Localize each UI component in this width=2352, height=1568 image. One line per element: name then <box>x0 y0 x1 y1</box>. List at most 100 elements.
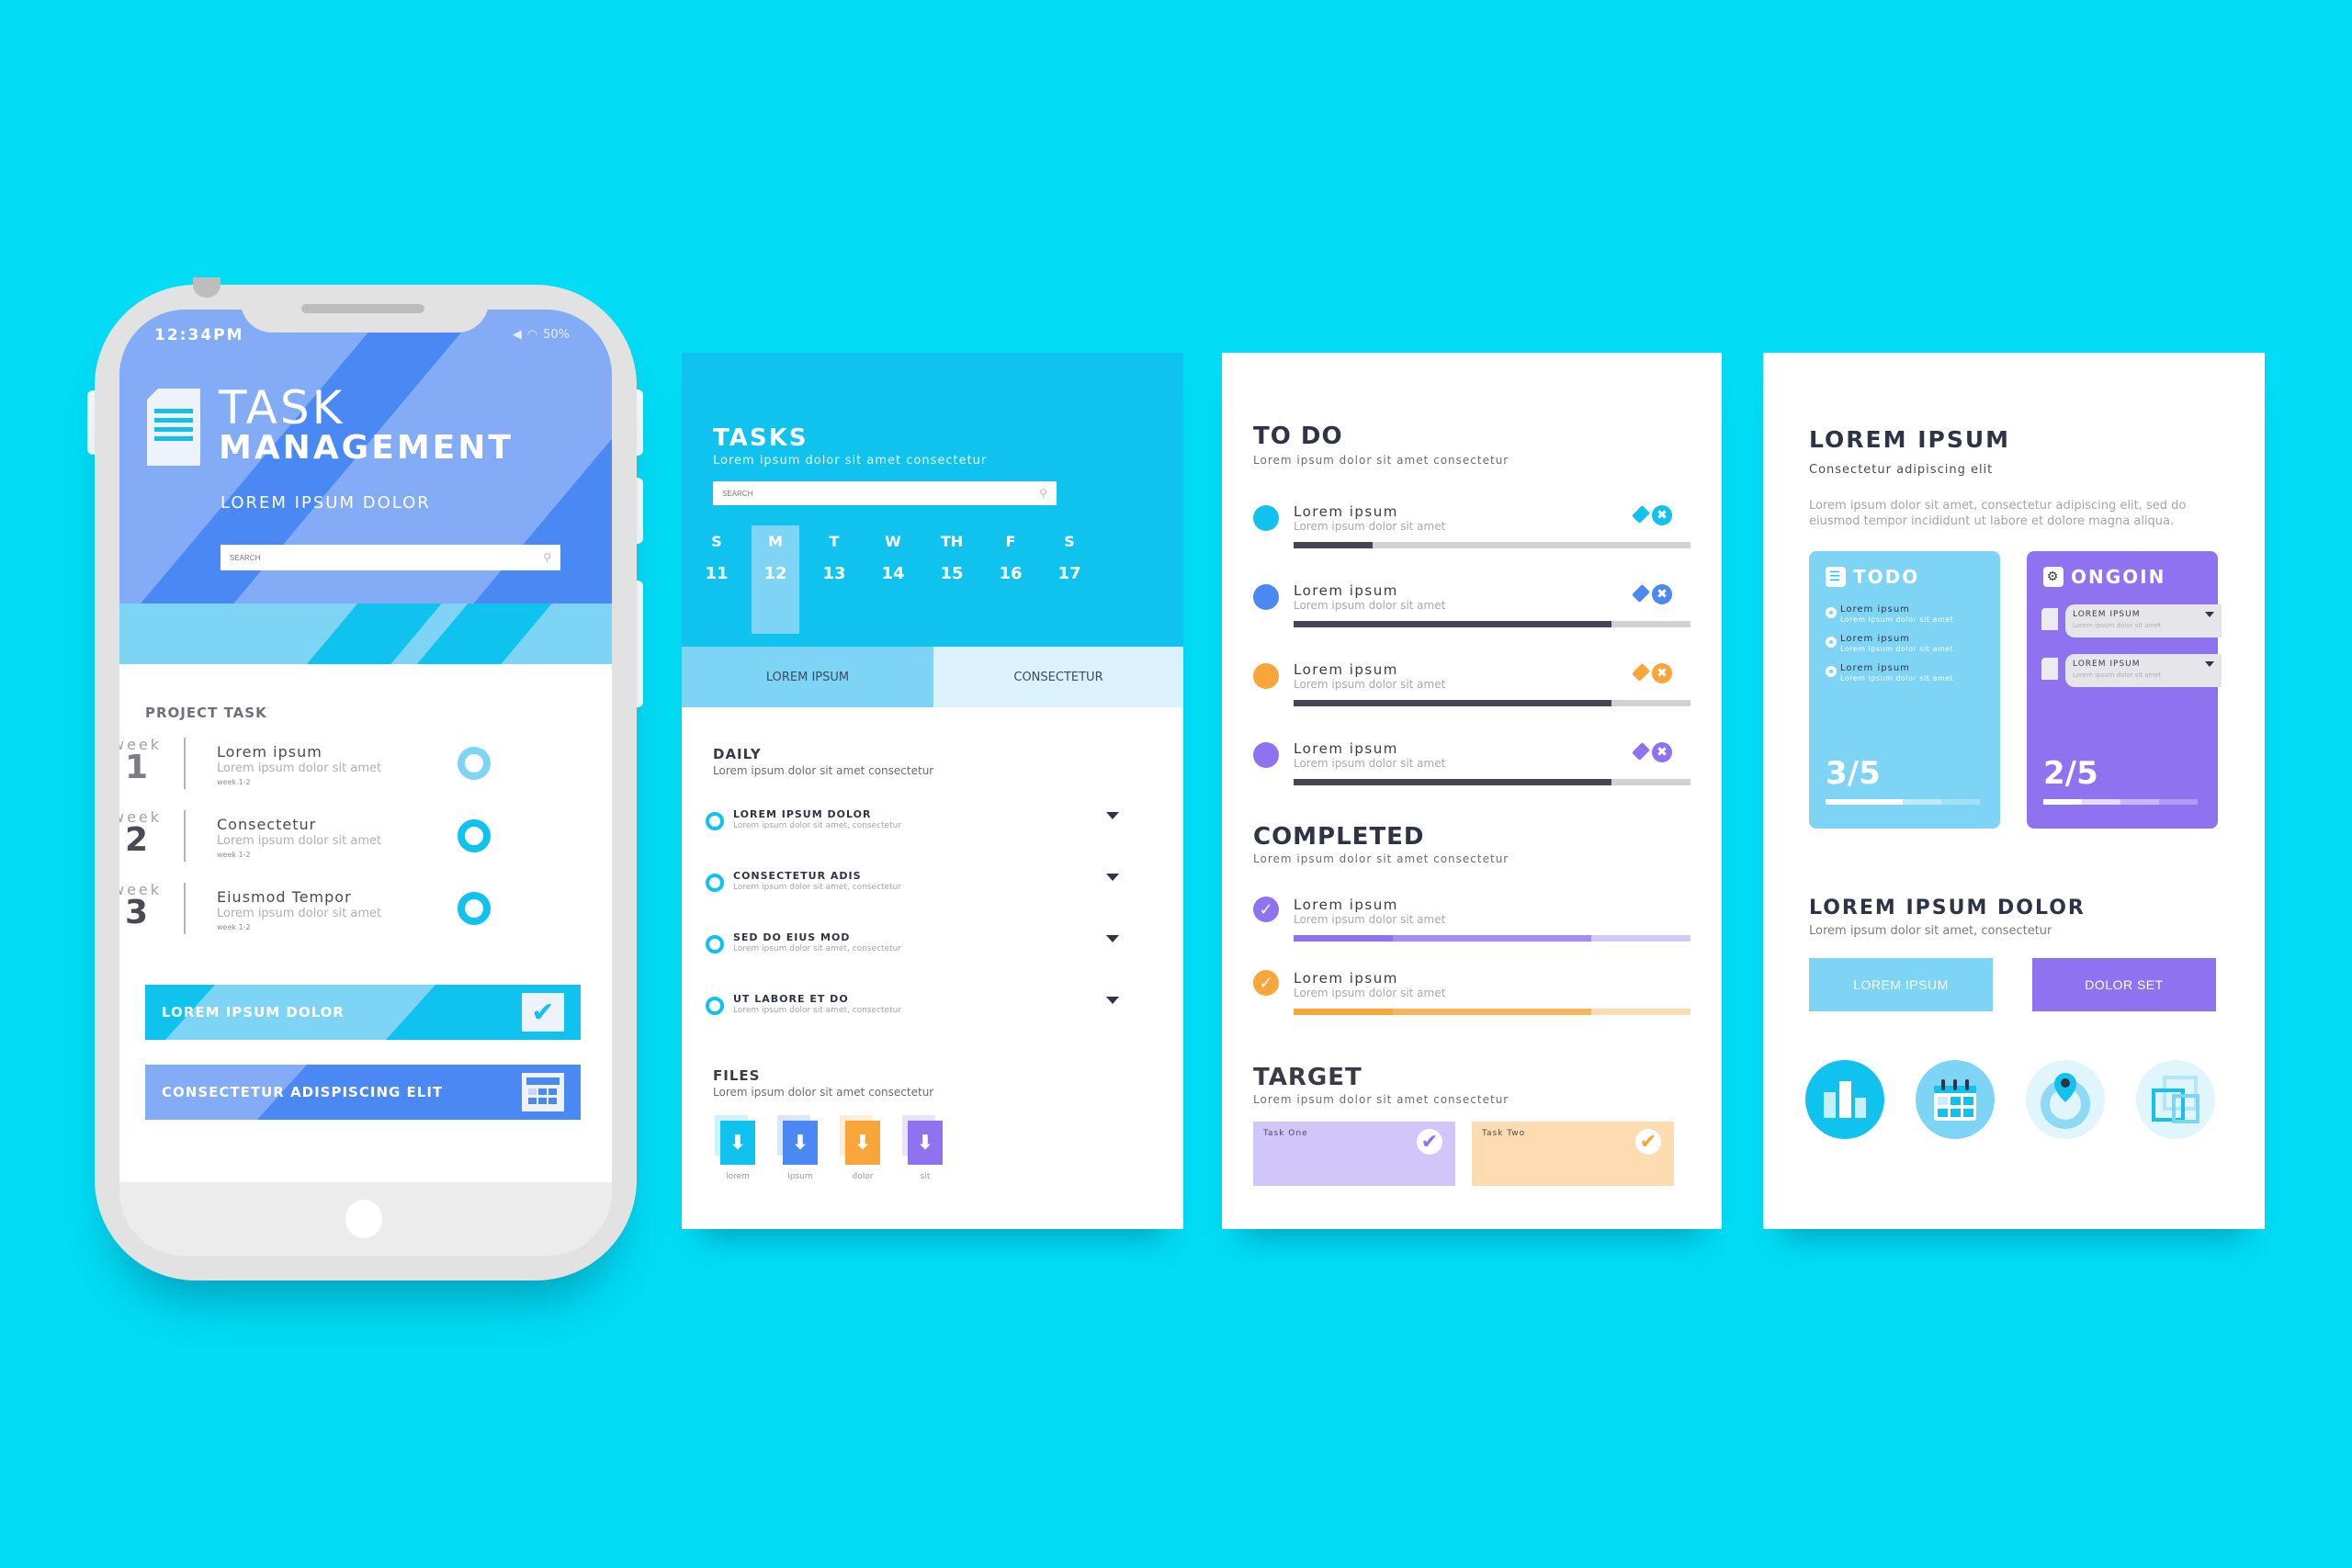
calendar-date[interactable]: 15 <box>924 564 979 583</box>
delete-icon[interactable]: ✖ <box>1652 505 1672 525</box>
chevron-down-icon[interactable] <box>1106 935 1119 942</box>
week-row[interactable]: week 1 Lorem ipsum Lorem ipsum dolor sit… <box>119 736 612 804</box>
file-item[interactable]: ⬇ ipsum <box>777 1115 823 1189</box>
calendar-date[interactable]: 16 <box>983 564 1038 583</box>
status-ring-icon[interactable] <box>706 874 724 892</box>
todo-card-item[interactable]: Lorem ipsum Lorem ipsum dolor sit amet <box>1826 663 1991 691</box>
edit-pencil-icon[interactable] <box>1632 663 1650 682</box>
todo-card-item-desc: Lorem ipsum dolor sit amet <box>1840 645 1954 653</box>
todo-item-title: Lorem ipsum <box>1294 661 1398 678</box>
home-button[interactable] <box>345 1200 382 1238</box>
download-icon[interactable]: ⬇ <box>845 1121 880 1165</box>
ongoing-card-item[interactable]: LOREM IPSUM Lorem ipsum dolor sit amet <box>2041 604 2222 639</box>
calendar-day-label[interactable]: S <box>1042 533 1097 550</box>
search-icon[interactable]: ⚲ <box>543 551 551 564</box>
target-card[interactable]: Task One ✔ <box>1253 1122 1455 1186</box>
file-item[interactable]: ⬇ lorem <box>715 1115 761 1189</box>
radio-icon[interactable] <box>1826 666 1837 677</box>
tasks-search-box[interactable]: ⚲ <box>713 481 1057 505</box>
status-ring-icon[interactable] <box>458 819 491 852</box>
status-ring-icon[interactable] <box>706 812 724 830</box>
ongoing-card-item[interactable]: LOREM IPSUM Lorem ipsum dolor sit amet <box>2041 654 2222 689</box>
chevron-down-icon[interactable] <box>1106 874 1119 881</box>
todo-item[interactable]: Lorem ipsum Lorem ipsum dolor sit amet ✖ <box>1253 502 1690 566</box>
todo-card[interactable]: ☰ TODO Lorem ipsum Lorem ipsum dolor sit … <box>1809 551 2000 829</box>
chevron-down-icon[interactable] <box>1106 997 1119 1004</box>
board-panel: LOREM IPSUM Consectetur adipiscing elit … <box>1763 353 2265 1229</box>
consectetur-button[interactable]: CONSECTETUR ADISPISCING ELIT <box>145 1065 581 1120</box>
todo-subtitle: Lorem ipsum dolor sit amet consectetur <box>1253 454 1510 467</box>
status-ring-icon[interactable] <box>706 935 724 953</box>
status-ring-icon[interactable] <box>706 997 724 1015</box>
progress-fill <box>1294 779 1611 785</box>
status-ring-icon[interactable] <box>458 892 491 925</box>
radio-icon[interactable] <box>1826 637 1837 648</box>
target-card[interactable]: Task Two ✔ <box>1472 1122 1674 1186</box>
calendar-icon[interactable] <box>1916 1060 1995 1139</box>
calendar-day-label[interactable]: T <box>807 533 862 550</box>
calendar-date[interactable]: 13 <box>807 564 862 583</box>
ongoing-card[interactable]: ⚙ ONGOIN LOREM IPSUM Lorem ipsum dolor si… <box>2027 551 2222 829</box>
calendar-day-label[interactable]: F <box>983 533 1038 550</box>
todo-item[interactable]: Lorem ipsum Lorem ipsum dolor sit amet ✖ <box>1253 739 1690 803</box>
item-checkbox[interactable] <box>2041 608 2058 630</box>
phone-hero-band <box>119 604 612 664</box>
completed-item[interactable]: ✓ Lorem ipsum Lorem ipsum dolor sit amet <box>1253 968 1690 1032</box>
delete-icon[interactable]: ✖ <box>1652 584 1672 604</box>
week-number: 2 <box>125 821 149 859</box>
download-icon[interactable]: ⬇ <box>720 1121 755 1165</box>
edit-pencil-icon[interactable] <box>1632 742 1650 761</box>
checkmark-icon[interactable]: ✔ <box>1635 1129 1661 1155</box>
calendar-day-label[interactable]: W <box>865 533 921 550</box>
radio-icon[interactable] <box>1826 607 1837 618</box>
tab-lorem-ipsum[interactable]: LOREM IPSUM <box>682 647 933 707</box>
daily-item[interactable]: CONSECTETUR ADIS Lorem ipsum dolor sit am… <box>706 868 1147 905</box>
todo-item[interactable]: Lorem ipsum Lorem ipsum dolor sit amet ✖ <box>1253 660 1690 724</box>
lorem-ipsum-button[interactable]: LOREM IPSUM <box>1809 958 1993 1011</box>
tasks-search-input[interactable] <box>722 489 998 498</box>
status-ring-icon[interactable] <box>458 747 491 780</box>
bar-chart-icon[interactable] <box>1805 1060 1884 1139</box>
chevron-down-icon[interactable] <box>2205 661 2214 667</box>
edit-pencil-icon[interactable] <box>1632 584 1650 603</box>
edit-pencil-icon[interactable] <box>1632 505 1650 524</box>
todo-card-progress <box>1826 799 1980 805</box>
phone-search-box[interactable]: ⚲ <box>220 545 560 570</box>
lorem-ipsum-dolor-button[interactable]: LOREM IPSUM DOLOR ✔ <box>145 985 581 1040</box>
download-icon[interactable]: ⬇ <box>908 1121 943 1165</box>
item-checkbox[interactable] <box>2041 658 2058 680</box>
download-icon[interactable]: ⬇ <box>783 1121 818 1165</box>
todo-card-item[interactable]: Lorem ipsum Lorem ipsum dolor sit amet <box>1826 634 1991 661</box>
todo-card-item[interactable]: Lorem ipsum Lorem ipsum dolor sit amet <box>1826 604 1991 632</box>
daily-item[interactable]: UT LABORE ET DO Lorem ipsum dolor sit ame… <box>706 991 1147 1028</box>
layers-icon[interactable] <box>2136 1060 2215 1139</box>
progress-bar <box>1294 779 1690 785</box>
completed-item[interactable]: ✓ Lorem ipsum Lorem ipsum dolor sit amet <box>1253 895 1690 959</box>
calendar-date[interactable]: 14 <box>865 564 921 583</box>
calendar-date[interactable]: 12 <box>748 564 803 583</box>
tab-consectetur[interactable]: CONSECTETUR <box>933 647 1183 707</box>
week-row[interactable]: week 3 Eiusmod Tempor Lorem ipsum dolor … <box>119 881 612 949</box>
file-item[interactable]: ⬇ dolor <box>840 1115 886 1189</box>
dolor-set-button[interactable]: DOLOR SET <box>2032 958 2216 1011</box>
checkmark-icon[interactable]: ✔ <box>1417 1129 1442 1155</box>
progress-bar <box>1294 542 1690 548</box>
daily-item[interactable]: LOREM IPSUM DOLOR Lorem ipsum dolor sit a… <box>706 807 1147 843</box>
calendar-day-label[interactable]: TH <box>924 533 979 550</box>
delete-icon[interactable]: ✖ <box>1652 742 1672 762</box>
calendar-day-label[interactable]: S <box>689 533 744 550</box>
week-row[interactable]: week 2 Consectetur Lorem ipsum dolor sit… <box>119 808 612 876</box>
calendar-date[interactable]: 11 <box>689 564 744 583</box>
phone-search-input[interactable] <box>230 553 505 562</box>
chevron-down-icon[interactable] <box>2205 612 2214 617</box>
delete-icon[interactable]: ✖ <box>1652 663 1672 683</box>
file-item[interactable]: ⬇ sit <box>902 1115 948 1189</box>
calendar-day-label[interactable]: M <box>748 533 803 550</box>
location-pin-icon[interactable] <box>2026 1060 2105 1139</box>
daily-item[interactable]: SED DO EIUS MOD Lorem ipsum dolor sit ame… <box>706 930 1147 966</box>
search-icon[interactable]: ⚲ <box>1039 487 1047 500</box>
calendar-date[interactable]: 17 <box>1042 564 1097 583</box>
chevron-down-icon[interactable] <box>1106 812 1119 819</box>
todo-item[interactable]: Lorem ipsum Lorem ipsum dolor sit amet ✖ <box>1253 581 1690 645</box>
target-label: Task Two <box>1482 1129 1526 1138</box>
